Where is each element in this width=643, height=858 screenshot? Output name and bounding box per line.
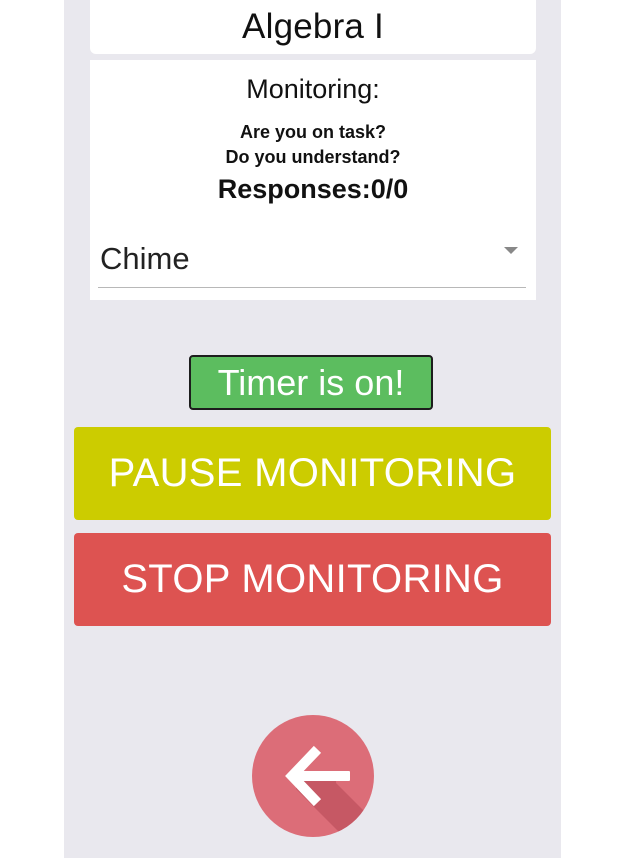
stop-monitoring-label: STOP MONITORING: [121, 557, 504, 601]
monitoring-card: Monitoring: Are you on task? Do you unde…: [90, 60, 536, 300]
timer-status-badge: Timer is on!: [189, 355, 433, 410]
pause-monitoring-button[interactable]: PAUSE MONITORING: [74, 427, 551, 520]
app-panel: Algebra I Monitoring: Are you on task? D…: [64, 0, 561, 858]
title-card: Algebra I: [90, 0, 536, 54]
sound-select-value: Chime: [100, 241, 190, 276]
class-title: Algebra I: [242, 7, 384, 46]
timer-status-text: Timer is on!: [217, 361, 405, 403]
prompt-on-task: Are you on task?: [239, 122, 387, 142]
back-button[interactable]: [252, 715, 374, 837]
prompt-understand: Do you understand?: [225, 147, 401, 167]
responses-count: Responses:0/0: [217, 174, 409, 204]
pause-monitoring-label: PAUSE MONITORING: [108, 451, 517, 495]
chevron-down-icon: [504, 247, 518, 254]
stop-monitoring-button[interactable]: STOP MONITORING: [74, 533, 551, 626]
arrow-left-icon: [285, 745, 374, 837]
sound-select[interactable]: Chime: [98, 233, 526, 288]
monitoring-label: Monitoring:: [246, 74, 380, 104]
